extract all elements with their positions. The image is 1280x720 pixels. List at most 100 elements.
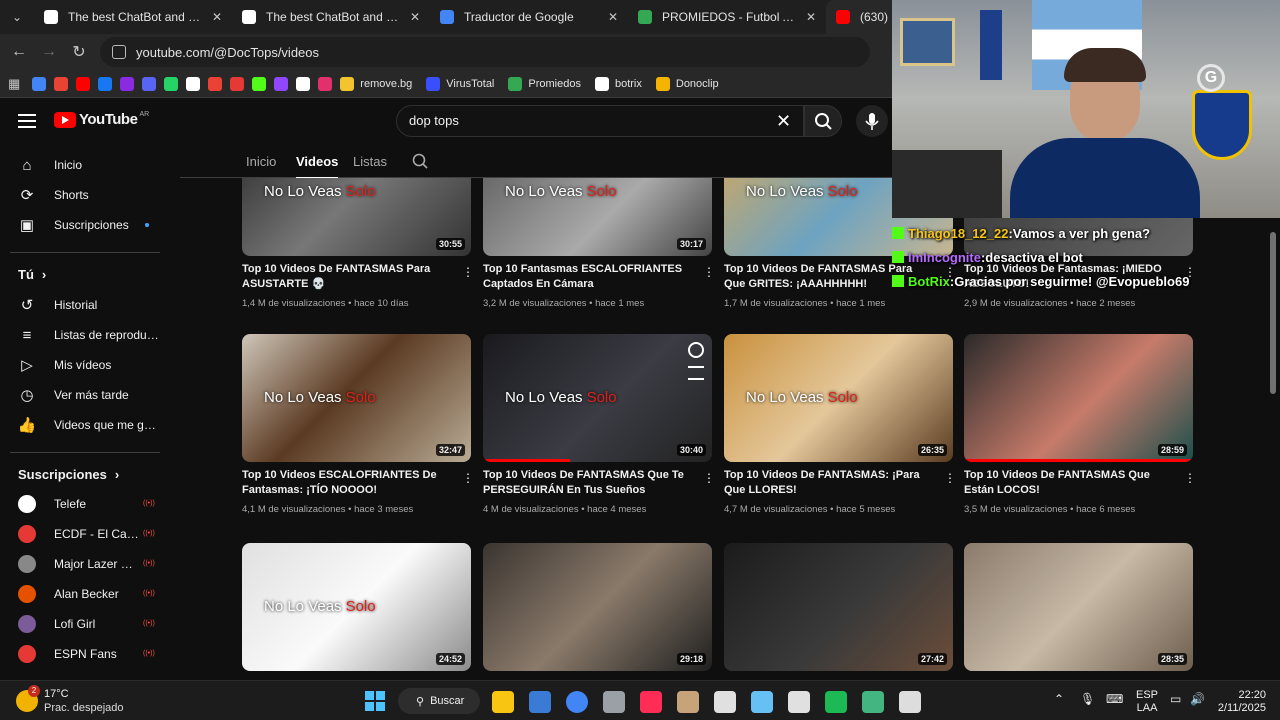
video-card[interactable]: 28:35 [964, 543, 1193, 680]
video-card[interactable]: 27:42 [724, 543, 953, 680]
bookmark-item[interactable] [230, 76, 245, 91]
bookmark-item[interactable]: Donoclip [655, 76, 725, 91]
video-title[interactable]: Top 10 Videos De FANTASMAS Que Te PERSEG… [483, 468, 688, 498]
video-thumbnail[interactable]: 29:18 [483, 543, 712, 671]
video-card[interactable]: No Lo Veas Solo 26:35 Top 10 Videos De FANT… [724, 334, 956, 524]
bookmark-item[interactable] [252, 76, 267, 91]
bookmark-item[interactable] [164, 76, 179, 91]
taskbar-app-icon[interactable] [677, 691, 699, 713]
more-actions-icon[interactable]: ⋮ [944, 472, 956, 484]
sidebar-item-0[interactable]: ⌂ Inicio [0, 150, 172, 180]
tab-close-icon[interactable]: ✕ [212, 10, 222, 24]
bookmark-item[interactable] [318, 76, 333, 91]
video-title[interactable]: Top 10 Videos ESCALOFRIANTES De Fantasma… [242, 468, 447, 498]
taskbar-app-icon[interactable] [566, 691, 588, 713]
bookmark-item[interactable] [208, 76, 223, 91]
bookmark-item[interactable]: Promiedos [508, 76, 587, 91]
tab-inicio[interactable]: Inicio [246, 154, 276, 169]
video-title[interactable]: Top 10 Fantasmas ESCALOFRIANTES Captados… [483, 262, 688, 292]
more-actions-icon[interactable]: ⋮ [462, 472, 474, 484]
address-bar[interactable]: youtube.com/@DocTops/videos [100, 37, 870, 67]
network-icon[interactable]: ▭ [1170, 693, 1181, 706]
video-title[interactable]: Top 10 Videos De FANTASMAS: ¡Para Que LL… [724, 468, 929, 498]
bookmark-item[interactable] [54, 76, 69, 91]
weather-widget[interactable]: 2 17°C Prac. despejado [16, 685, 124, 715]
bookmark-item[interactable] [120, 76, 135, 91]
bookmark-item[interactable] [186, 76, 201, 91]
tab-listas[interactable]: Listas [353, 154, 387, 169]
tab-close-icon[interactable]: ✕ [806, 10, 816, 24]
video-card[interactable]: 28:59 Top 10 Videos De FANTASMAS Que Está… [964, 334, 1196, 524]
video-card[interactable]: No Lo Veas Solo 24:52 [242, 543, 471, 680]
bookmark-item[interactable] [142, 76, 157, 91]
forward-button[interactable]: → [34, 43, 64, 61]
video-card[interactable]: 29:18 [483, 543, 712, 680]
menu-icon[interactable] [18, 114, 36, 128]
tab-close-icon[interactable]: ✕ [410, 10, 420, 24]
video-thumbnail[interactable]: No Lo Veas Solo 32:47 [242, 334, 471, 462]
watch-later-icon[interactable] [688, 342, 704, 358]
taskbar-app-icon[interactable] [899, 691, 921, 713]
bookmark-item[interactable] [274, 76, 289, 91]
taskbar-app-icon[interactable] [640, 691, 662, 713]
windows-start-icon[interactable] [364, 690, 386, 712]
bookmark-item[interactable]: VirusTotal [426, 76, 500, 91]
video-card[interactable]: No Lo Veas Solo 32:47 Top 10 Videos ESCALOF… [242, 334, 474, 524]
browser-tab[interactable]: The best ChatBot and Widgets ✕ [34, 0, 232, 34]
browser-tab[interactable]: Traductor de Google ✕ [430, 0, 628, 34]
clear-search-icon[interactable]: ✕ [776, 111, 791, 132]
tab-videos[interactable]: Videos [296, 154, 339, 179]
video-card[interactable]: No Lo Veas Solo 30:55 Top 10 Videos De FANT… [242, 178, 474, 318]
voice-search-button[interactable] [856, 105, 888, 137]
back-button[interactable]: ← [4, 43, 34, 61]
bookmark-item[interactable] [296, 76, 311, 91]
video-title[interactable]: Top 10 Videos De FANTASMAS Para ASUSTART… [242, 262, 447, 292]
channel-search-icon[interactable] [411, 152, 429, 170]
search-button[interactable] [804, 105, 842, 137]
youtube-logo[interactable]: YouTube AR [54, 111, 149, 128]
video-thumbnail[interactable]: 28:35 [964, 543, 1193, 671]
bookmark-item[interactable] [76, 76, 91, 91]
taskbar-search[interactable]: ⚲ Buscar [398, 688, 480, 714]
taskbar-app-icon[interactable] [492, 691, 514, 713]
video-thumbnail[interactable]: No Lo Veas Solo 26:35 [724, 334, 953, 462]
keyboard-tray-icon[interactable]: ⌨ [1106, 693, 1123, 706]
more-actions-icon[interactable]: ⋮ [1184, 472, 1196, 484]
apps-grid-icon[interactable]: ▦ [8, 76, 20, 92]
browser-tab[interactable]: The best ChatBot and Widgets ✕ [232, 0, 430, 34]
taskbar-app-icon[interactable] [714, 691, 736, 713]
video-thumbnail[interactable]: No Lo Veas Solo 24:52 [242, 543, 471, 671]
video-card[interactable]: No Lo Veas Solo 30:17 Top 10 Fantasmas ESCA… [483, 178, 715, 318]
video-thumbnail[interactable]: No Lo Veas Solo 30:17 [483, 178, 712, 256]
taskbar-app-icon[interactable] [603, 691, 625, 713]
video-thumbnail[interactable]: 28:59 [964, 334, 1193, 462]
bookmark-item[interactable]: remove.bg [340, 76, 418, 91]
taskbar-app-icon[interactable] [751, 691, 773, 713]
page-scrollbar[interactable] [1270, 232, 1276, 394]
browser-tab[interactable]: PROMIEDOS - Futbol Argentino ✕ [628, 0, 826, 34]
microphone-tray-icon[interactable]: 🎙 [1080, 693, 1095, 706]
tab-search-button[interactable]: ⌄ [0, 0, 34, 34]
site-info-icon[interactable] [112, 45, 126, 59]
bookmark-item[interactable] [32, 76, 47, 91]
more-actions-icon[interactable]: ⋮ [703, 266, 715, 278]
video-title[interactable]: Top 10 Videos De FANTASMAS Que Están LOC… [964, 468, 1169, 498]
video-thumbnail[interactable]: No Lo Veas Solo 30:55 [242, 178, 471, 256]
taskbar-app-icon[interactable] [825, 691, 847, 713]
taskbar-app-icon[interactable] [862, 691, 884, 713]
search-input[interactable]: dop tops [396, 105, 804, 137]
add-to-queue-icon[interactable] [688, 366, 704, 380]
language-indicator[interactable]: ESP LAA [1136, 689, 1158, 715]
video-thumbnail[interactable]: 27:42 [724, 543, 953, 671]
reload-button[interactable]: ↻ [64, 42, 94, 62]
volume-icon[interactable]: 🔊 [1190, 693, 1205, 706]
show-hidden-icons[interactable]: ⌃ [1054, 693, 1064, 706]
bookmark-item[interactable] [98, 76, 113, 91]
taskbar-app-icon[interactable] [788, 691, 810, 713]
more-actions-icon[interactable]: ⋮ [462, 266, 474, 278]
video-thumbnail[interactable]: No Lo Veas Solo 30:40 [483, 334, 712, 462]
more-actions-icon[interactable]: ⋮ [703, 472, 715, 484]
clock[interactable]: 22:20 2/11/2025 [1214, 689, 1266, 715]
taskbar-app-icon[interactable] [529, 691, 551, 713]
bookmark-item[interactable]: botrix [594, 76, 648, 91]
